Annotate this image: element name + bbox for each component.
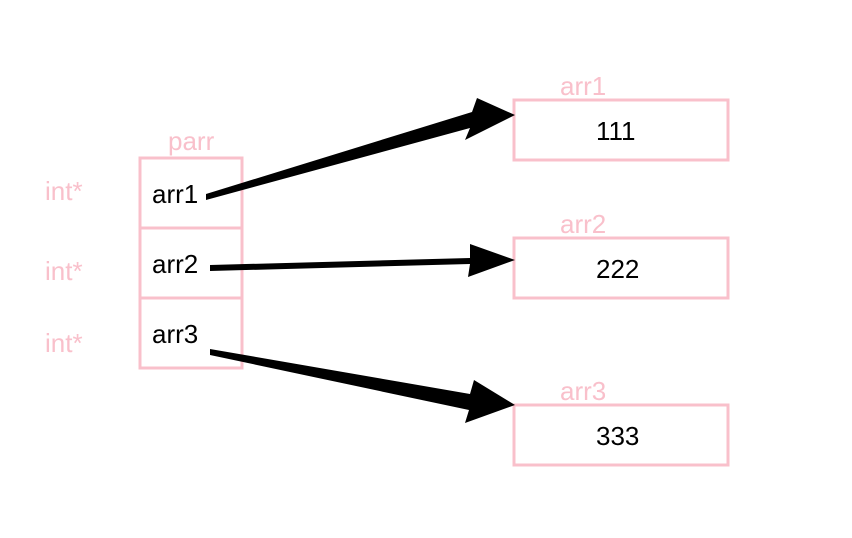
target-2-label: arr3 — [560, 376, 606, 406]
type-label-0: int* — [45, 176, 83, 206]
arrow-2 — [210, 349, 515, 423]
target-1-value: 222 — [596, 254, 639, 284]
parr-cell-1-text: arr2 — [152, 249, 198, 279]
target-0-value: 111 — [596, 116, 636, 146]
arrow-0 — [206, 98, 515, 200]
target-1-label: arr2 — [560, 209, 606, 239]
arrow-1 — [210, 244, 515, 277]
type-label-2: int* — [45, 328, 83, 358]
type-label-1: int* — [45, 256, 83, 286]
target-2-value: 333 — [596, 421, 639, 451]
pointer-array-diagram: parr int* int* int* arr1 arr2 arr3 arr1 … — [0, 0, 852, 538]
parr-cell-2-text: arr3 — [152, 319, 198, 349]
parr-label: parr — [168, 126, 215, 156]
target-0-label: arr1 — [560, 71, 606, 101]
parr-cell-0-text: arr1 — [152, 179, 198, 209]
